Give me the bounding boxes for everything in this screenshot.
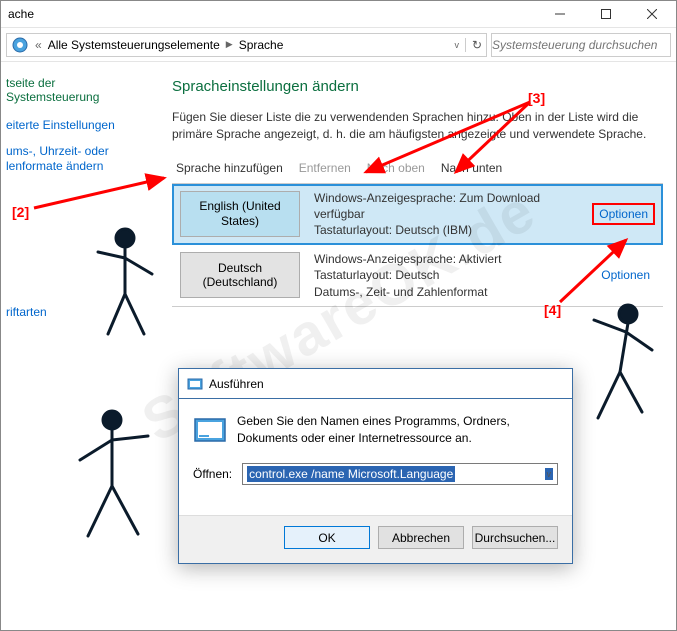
- run-body: Geben Sie den Namen eines Programms, Ord…: [179, 399, 572, 515]
- language-name: English (United States): [180, 191, 300, 237]
- language-row-english[interactable]: English (United States) Windows-Anzeiges…: [172, 184, 663, 246]
- breadcrumb-item[interactable]: Alle Systemsteuerungselemente: [48, 38, 220, 52]
- maximize-button[interactable]: [583, 0, 629, 28]
- sidebar-link-advanced[interactable]: eiterte Einstellungen: [6, 118, 152, 134]
- run-large-icon: [193, 413, 227, 447]
- run-dialog: Ausführen Geben Sie den Namen eines Prog…: [178, 368, 573, 564]
- language-list: English (United States) Windows-Anzeiges…: [172, 183, 663, 307]
- breadcrumb-prefix: «: [35, 38, 42, 52]
- run-message-text: Geben Sie den Namen eines Programms, Ord…: [237, 413, 558, 447]
- language-toolbar: Sprache hinzufügen Entfernen Nach oben N…: [172, 161, 663, 175]
- run-dialog-title: Ausführen: [209, 377, 264, 391]
- window-controls: [537, 0, 675, 28]
- control-panel-icon: [11, 36, 29, 54]
- page-description: Fügen Sie dieser Liste die zu verwendend…: [172, 109, 663, 143]
- detail-line: Datums-, Zeit- und Zahlenformat: [314, 284, 582, 300]
- language-detail: Windows-Anzeigesprache: Aktiviert Tastat…: [314, 251, 582, 300]
- sidebar-link-fonts[interactable]: riftarten: [6, 305, 152, 321]
- language-options-link[interactable]: Optionen: [592, 203, 655, 225]
- address-row: « Alle Systemsteuerungselemente ▶ Sprach…: [0, 28, 677, 62]
- language-detail: Windows-Anzeigesprache: Zum Download ver…: [314, 190, 578, 239]
- window-title: ache: [2, 7, 34, 21]
- run-open-label: Öffnen:: [193, 467, 232, 481]
- cancel-button[interactable]: Abbrechen: [378, 526, 464, 549]
- detail-line: Windows-Anzeigesprache: Aktiviert: [314, 251, 582, 267]
- search-input[interactable]: [491, 33, 671, 57]
- sidebar: tseite der Systemsteuerung eiterte Einst…: [0, 62, 158, 631]
- detail-line: Tastaturlayout: Deutsch: [314, 267, 582, 283]
- language-name: Deutsch (Deutschland): [180, 252, 300, 298]
- detail-line: Windows-Anzeigesprache: Zum Download ver…: [314, 190, 578, 222]
- ok-button[interactable]: OK: [284, 526, 370, 549]
- page-heading: Spracheinstellungen ändern: [172, 78, 663, 95]
- titlebar: ache: [0, 0, 677, 28]
- run-button-row: OK Abbrechen Durchsuchen...: [179, 515, 572, 563]
- sidebar-link-datetime[interactable]: ums-, Uhrzeit- oder lenformate ändern: [6, 144, 152, 175]
- remove-language-button[interactable]: Entfernen: [299, 161, 351, 175]
- run-input-row: Öffnen: control.exe /name Microsoft.Lang…: [193, 463, 558, 485]
- language-options-link[interactable]: Optionen: [596, 266, 655, 284]
- run-icon: [187, 376, 203, 392]
- language-row-deutsch[interactable]: Deutsch (Deutschland) Windows-Anzeigespr…: [172, 245, 663, 307]
- run-message: Geben Sie den Namen eines Programms, Ord…: [193, 413, 558, 447]
- browse-button[interactable]: Durchsuchen...: [472, 526, 558, 549]
- run-command-value: control.exe /name Microsoft.Language: [247, 466, 455, 482]
- chevron-down-icon[interactable]: v: [545, 468, 554, 480]
- sidebar-heading: tseite der Systemsteuerung: [6, 76, 152, 104]
- breadcrumb-item[interactable]: Sprache: [239, 38, 284, 52]
- run-command-combobox[interactable]: control.exe /name Microsoft.Language v: [242, 463, 558, 485]
- search-field[interactable]: [492, 38, 670, 52]
- breadcrumb[interactable]: « Alle Systemsteuerungselemente ▶ Sprach…: [6, 33, 487, 57]
- add-language-button[interactable]: Sprache hinzufügen: [176, 161, 283, 175]
- run-dialog-titlebar[interactable]: Ausführen: [179, 369, 572, 399]
- chevron-down-icon[interactable]: v: [454, 40, 459, 50]
- minimize-button[interactable]: [537, 0, 583, 28]
- move-up-button[interactable]: Nach oben: [367, 161, 425, 175]
- move-down-button[interactable]: Nach unten: [441, 161, 502, 175]
- chevron-right-icon: ▶: [226, 39, 233, 50]
- refresh-button[interactable]: ↻: [465, 38, 482, 52]
- close-button[interactable]: [629, 0, 675, 28]
- detail-line: Tastaturlayout: Deutsch (IBM): [314, 222, 578, 238]
